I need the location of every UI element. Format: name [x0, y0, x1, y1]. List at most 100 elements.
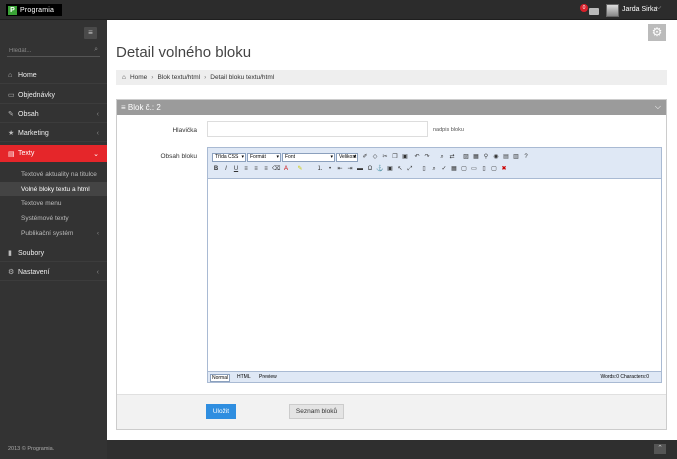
eraser-icon[interactable]: ◇: [371, 153, 379, 161]
sidebar-subitem-publishing[interactable]: Publikační systém ‹: [0, 226, 107, 240]
sidebar-item-label: Home: [18, 71, 37, 79]
sidebar-item-label: Publikační systém: [21, 229, 74, 237]
chevron-left-icon: ‹: [96, 129, 99, 137]
bold-icon[interactable]: B: [212, 165, 220, 173]
sidebar-item-settings[interactable]: ⚙ Nastavení ‹: [0, 264, 107, 281]
logo[interactable]: P Programia: [6, 4, 62, 16]
avatar[interactable]: [606, 4, 619, 17]
panel-header[interactable]: ≡ Blok č.: 2 ⌵: [117, 100, 666, 115]
horizontal-rule-icon[interactable]: ▬: [356, 165, 364, 173]
brush-icon[interactable]: ✐: [361, 153, 369, 161]
source-icon[interactable]: ▣: [386, 165, 394, 173]
underline-icon[interactable]: U: [232, 165, 240, 173]
mode-preview-tab[interactable]: Preview: [258, 374, 278, 380]
row-icon[interactable]: ▭: [470, 165, 478, 173]
notification-badge[interactable]: 0: [580, 4, 588, 12]
document-icon: ▤: [8, 150, 15, 158]
text-color-icon[interactable]: A: [282, 165, 290, 173]
highlight-icon[interactable]: ✎: [296, 165, 304, 173]
home-icon: ⌂: [122, 74, 126, 81]
search-input[interactable]: [7, 44, 87, 57]
mode-normal-tab[interactable]: Normal: [210, 374, 231, 382]
template-icon[interactable]: ▯: [420, 165, 428, 173]
remove-icon[interactable]: ✖: [500, 165, 508, 173]
sidebar-item-marketing[interactable]: ★ Marketing ‹: [0, 125, 107, 142]
font-select[interactable]: Font: [282, 153, 335, 162]
sidebar-item-home[interactable]: ⌂ Home: [0, 67, 107, 84]
search-icon[interactable]: ⌕: [94, 46, 98, 54]
unordered-list-icon[interactable]: •: [326, 165, 334, 173]
scroll-top-button[interactable]: ⌃: [654, 444, 666, 454]
block-list-button[interactable]: Seznam bloků: [289, 404, 344, 419]
breadcrumb-item[interactable]: Home: [130, 74, 147, 81]
bottom-bar: ⌃: [107, 440, 677, 459]
fullscreen-icon[interactable]: ⤢: [406, 165, 414, 173]
outdent-icon[interactable]: ⇤: [336, 165, 344, 173]
preview-icon[interactable]: ⌕: [430, 165, 438, 173]
frame-icon[interactable]: ▢: [460, 165, 468, 173]
table-icon[interactable]: ▥: [512, 153, 520, 161]
sidebar-subitem-free-blocks[interactable]: Volné bloky textu a html: [0, 182, 107, 196]
breadcrumb-item[interactable]: Blok textu/html: [157, 74, 200, 81]
sidebar-item-texts[interactable]: ▤ Texty ⌄: [0, 145, 107, 162]
special-char-icon[interactable]: Ω: [366, 165, 374, 173]
gear-icon[interactable]: ⚙: [648, 24, 666, 41]
help-icon[interactable]: ?: [522, 153, 530, 161]
cut-icon[interactable]: ✂: [381, 153, 389, 161]
heading-input[interactable]: [207, 121, 428, 137]
logo-text: Programia: [20, 6, 55, 14]
indent-icon[interactable]: ⇥: [346, 165, 354, 173]
format-select[interactable]: Formát: [247, 153, 281, 162]
copy-icon[interactable]: ❐: [391, 153, 399, 161]
pdf-icon[interactable]: ▤: [502, 153, 510, 161]
chevron-down-icon[interactable]: ⌵: [655, 102, 661, 112]
sidebar-subitem-news[interactable]: Textové aktuality na titulce: [0, 167, 107, 181]
mode-html-tab[interactable]: HTML: [236, 374, 252, 380]
redo-icon[interactable]: ↷: [423, 153, 431, 161]
sidebar-item-label: Soubory: [18, 249, 45, 257]
sidebar-item-label: Nastavení: [18, 268, 50, 276]
align-right-icon[interactable]: ≡: [262, 165, 270, 173]
paste-icon[interactable]: ▣: [401, 153, 409, 161]
save-button[interactable]: Uložit: [206, 404, 236, 419]
sidebar-subitem-system-texts[interactable]: Systémové texty: [0, 211, 107, 225]
sidebar-item-files[interactable]: ▮ Soubory: [0, 245, 107, 262]
replace-icon[interactable]: ⇄: [448, 153, 456, 161]
css-class-select[interactable]: Třída CSS: [212, 153, 246, 162]
select-all-icon[interactable]: ▦: [450, 165, 458, 173]
color-icon[interactable]: ◉: [492, 153, 500, 161]
column-icon[interactable]: ▯: [480, 165, 488, 173]
sidebar-item-label: Objednávky: [18, 91, 55, 99]
undo-icon[interactable]: ↶: [413, 153, 421, 161]
sidebar-subitem-text-menu[interactable]: Textove menu: [0, 196, 107, 210]
sidebar-item-label: Marketing: [18, 129, 49, 137]
cursor-icon[interactable]: ↖: [396, 165, 404, 173]
editor-toolbar: Třída CSS Formát Font Velikost ✐ ◇ ✂ ❐ ▣…: [208, 148, 661, 179]
word-count: Words:0 Characters:0: [600, 374, 649, 380]
link-icon[interactable]: ⚲: [482, 153, 490, 161]
sidebar-item-content[interactable]: ✎ Obsah ‹: [0, 106, 107, 123]
align-left-icon[interactable]: ≡: [242, 165, 250, 173]
mail-icon[interactable]: [589, 8, 599, 15]
menu-toggle-button[interactable]: ≡: [84, 27, 97, 39]
content-label: Obsah bloku: [160, 153, 198, 160]
chevron-down-icon[interactable]: ⌵: [656, 4, 661, 12]
italic-icon[interactable]: I: [222, 165, 230, 173]
media-icon[interactable]: ▦: [472, 153, 480, 161]
chevron-left-icon: ‹: [96, 110, 99, 118]
box-icon[interactable]: ▢: [490, 165, 498, 173]
chevron-left-icon: ‹: [96, 268, 99, 276]
sidebar-item-orders[interactable]: ▭ Objednávky: [0, 87, 107, 104]
clear-format-icon[interactable]: ⌫: [272, 165, 280, 173]
size-select[interactable]: Velikost: [336, 153, 358, 162]
spellcheck-icon[interactable]: ✓: [440, 165, 448, 173]
heading-hint: nadpis bloku: [433, 127, 464, 133]
find-icon[interactable]: ⌕: [438, 153, 446, 161]
editor-content-area[interactable]: [208, 179, 661, 371]
anchor-icon[interactable]: ⚓: [376, 165, 384, 173]
ordered-list-icon[interactable]: ⒈: [316, 165, 324, 173]
image-icon[interactable]: ▨: [462, 153, 470, 161]
align-center-icon[interactable]: ≡: [252, 165, 260, 173]
user-name[interactable]: Jarda Sirka: [622, 6, 657, 13]
copyright: 2013 © Programia.: [8, 446, 55, 452]
